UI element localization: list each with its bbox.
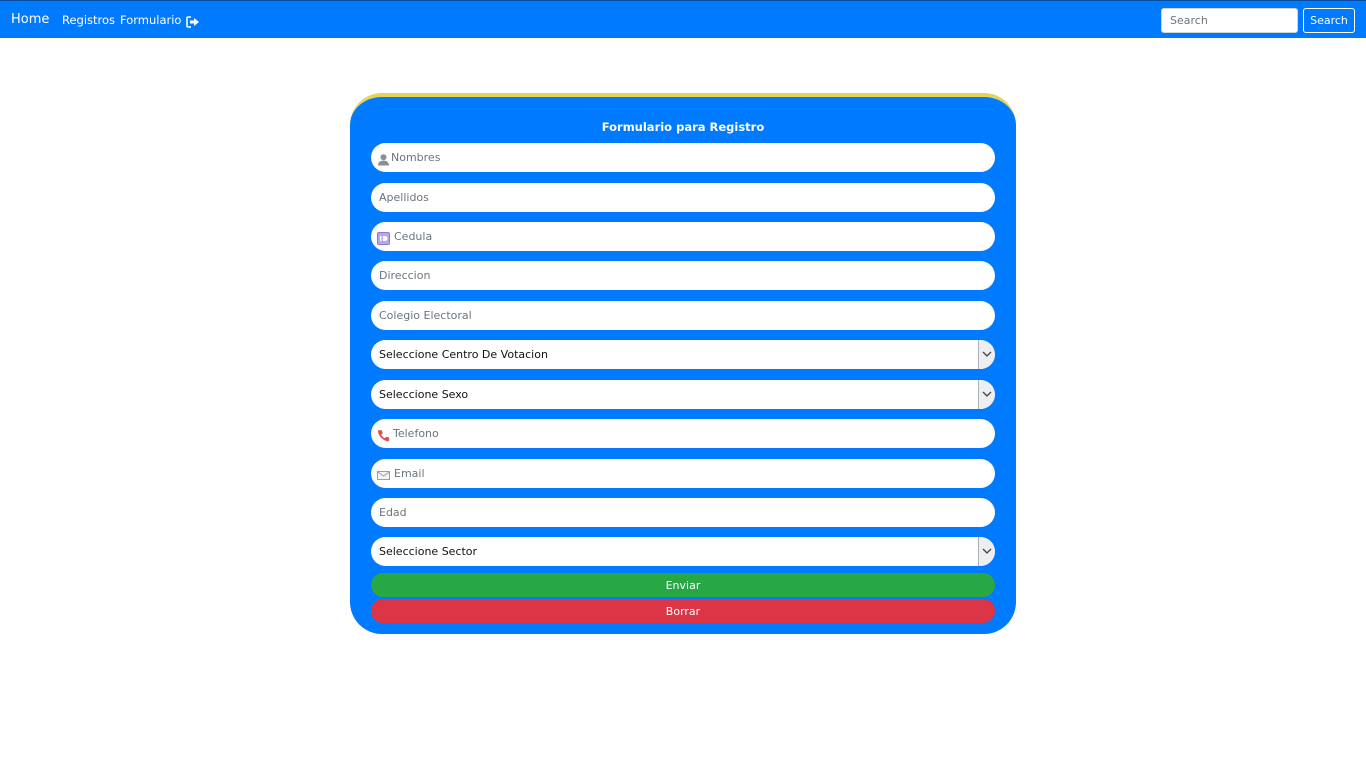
sector-selected: Seleccione Sector: [379, 545, 478, 558]
navbar: Home Registros Formulario Search: [0, 0, 1366, 38]
id-card-icon: [377, 230, 390, 245]
direccion-input[interactable]: [379, 261, 983, 290]
colegio-electoral-input[interactable]: [379, 301, 983, 330]
direccion-field: [371, 261, 995, 290]
cedula-field: [371, 222, 995, 251]
borrar-button[interactable]: Borrar: [371, 599, 995, 623]
search-button[interactable]: Search: [1303, 8, 1355, 33]
sexo-select[interactable]: Seleccione Sexo: [371, 380, 995, 409]
nav-link-formulario[interactable]: Formulario: [120, 13, 181, 27]
chevron-down-icon[interactable]: [978, 537, 995, 566]
search-input[interactable]: [1161, 8, 1298, 33]
user-icon: [377, 151, 390, 166]
nombres-input[interactable]: [391, 143, 983, 172]
phone-icon: [377, 427, 390, 442]
envelope-icon: [377, 467, 390, 480]
sexo-selected: Seleccione Sexo: [379, 388, 469, 401]
enviar-button[interactable]: Enviar: [371, 573, 995, 597]
email-input[interactable]: [394, 459, 983, 488]
cedula-input[interactable]: [394, 222, 983, 251]
nombres-field: [371, 143, 995, 172]
centro-votacion-selected: Seleccione Centro De Votacion: [379, 348, 548, 361]
telefono-input[interactable]: [393, 419, 983, 448]
email-field: [371, 459, 995, 488]
colegio-electoral-field: [371, 301, 995, 330]
sign-out-icon[interactable]: [186, 13, 200, 28]
telefono-field: [371, 419, 995, 448]
brand-home-link[interactable]: Home: [11, 12, 49, 27]
sector-select[interactable]: Seleccione Sector: [371, 537, 995, 566]
apellidos-field: [371, 183, 995, 212]
chevron-down-icon[interactable]: [978, 340, 995, 369]
edad-field: [371, 498, 995, 527]
apellidos-input[interactable]: [379, 183, 983, 212]
edad-input[interactable]: [379, 498, 983, 527]
chevron-down-icon[interactable]: [978, 380, 995, 409]
centro-votacion-select[interactable]: Seleccione Centro De Votacion: [371, 340, 995, 369]
registration-form-card: Formulario para Registro Seleccione Cen: [350, 93, 1016, 634]
form-title: Formulario para Registro: [601, 120, 765, 134]
nav-link-registros[interactable]: Registros: [62, 13, 115, 27]
